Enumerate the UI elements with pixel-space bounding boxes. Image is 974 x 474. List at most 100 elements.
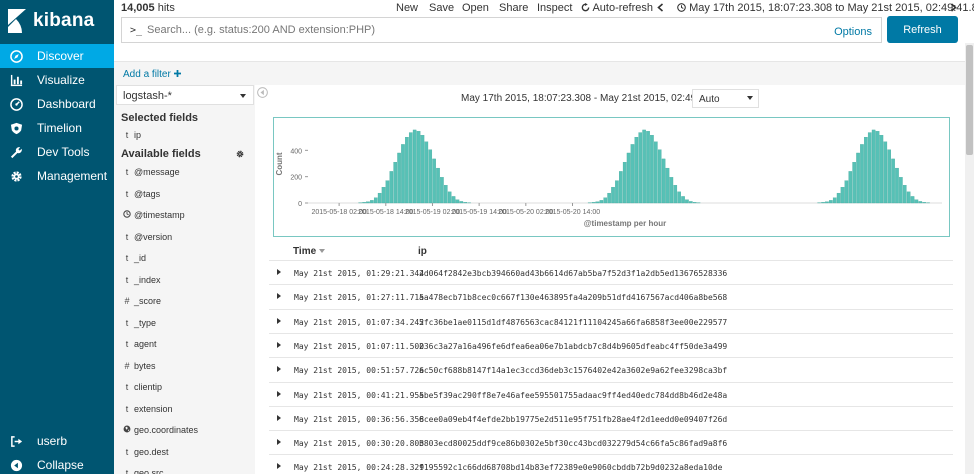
histogram-bar[interactable] — [463, 202, 468, 204]
histogram-bar[interactable] — [685, 199, 689, 204]
expand-row-icon[interactable] — [277, 269, 281, 275]
histogram-bar[interactable] — [887, 149, 891, 204]
histogram-bar[interactable] — [657, 149, 662, 204]
field-item[interactable]: t @message — [114, 167, 255, 181]
histogram-bar[interactable] — [821, 202, 825, 204]
expand-row-icon[interactable] — [277, 341, 281, 348]
nav-timelion[interactable]: Timelion — [0, 116, 114, 140]
histogram-bar[interactable] — [603, 197, 608, 204]
nav-discover[interactable]: Discover — [0, 44, 114, 68]
scrollbar-thumb[interactable] — [966, 45, 973, 155]
histogram-bar[interactable] — [899, 177, 903, 204]
histogram-bar[interactable] — [832, 197, 837, 204]
field-item[interactable]: t extension — [114, 404, 255, 418]
histogram-bar[interactable] — [381, 187, 386, 204]
expand-row-icon[interactable] — [277, 439, 281, 446]
field-item[interactable]: geo.coordinates — [114, 425, 255, 439]
table-row[interactable]: May 21st 2015, 00:51:57.726 ac50cf688b814… — [269, 357, 953, 381]
histogram-bar[interactable] — [654, 141, 658, 204]
table-row[interactable]: May 21st 2015, 01:07:11.500 236c3a27a16a4… — [269, 332, 953, 357]
time-picker[interactable]: May 17th 2015, 18:07:23.308 to May 21st … — [677, 2, 974, 14]
field-item[interactable]: @timestamp — [114, 210, 255, 224]
field-item[interactable]: t geo.src — [114, 468, 255, 474]
nav-user[interactable]: userb — [0, 429, 114, 453]
histogram-bar[interactable] — [665, 167, 670, 204]
histogram-bar[interactable] — [860, 144, 864, 204]
search-bar[interactable]: >_ Search... (e.g. status:200 AND extens… — [121, 17, 882, 43]
expand-row-icon[interactable] — [277, 390, 281, 397]
histogram-bar[interactable] — [673, 185, 678, 204]
histogram-bar[interactable] — [825, 201, 829, 204]
histogram-bar[interactable] — [650, 135, 654, 204]
histogram-bar[interactable] — [432, 158, 436, 204]
search-input[interactable]: Search... (e.g. status:200 AND extension… — [147, 24, 375, 36]
histogram-bar[interactable] — [385, 180, 390, 204]
histogram-bar[interactable] — [642, 129, 646, 204]
histogram-bar[interactable] — [416, 131, 421, 204]
histogram-bar[interactable] — [922, 202, 926, 204]
options-button[interactable]: Options — [834, 26, 872, 38]
histogram-bar[interactable] — [692, 202, 697, 204]
histogram-bar[interactable] — [408, 132, 413, 204]
chevron-left-icon[interactable] — [657, 3, 664, 12]
field-item[interactable]: t _type — [114, 318, 255, 332]
histogram-bar[interactable] — [377, 192, 382, 204]
field-item[interactable]: # _score — [114, 296, 255, 310]
histogram-bar[interactable] — [397, 152, 401, 204]
histogram-bar[interactable] — [362, 202, 366, 204]
histogram-bar[interactable] — [420, 135, 425, 204]
nav-visualize[interactable]: Visualize — [0, 68, 114, 92]
histogram-bar[interactable] — [918, 201, 923, 204]
histogram-bar[interactable] — [883, 141, 888, 204]
time-column-header[interactable]: Time — [293, 246, 325, 257]
histogram-bar[interactable] — [626, 152, 631, 204]
histogram-bar[interactable] — [891, 158, 895, 204]
histogram-bar[interactable] — [661, 158, 666, 204]
save-button[interactable]: Save — [429, 2, 454, 14]
histogram-bar[interactable] — [599, 200, 604, 204]
field-item[interactable]: t agent — [114, 339, 255, 353]
histogram-bar[interactable] — [867, 132, 872, 204]
add-filter-button[interactable]: Add a filter — [123, 69, 181, 80]
nav-devtools[interactable]: Dev Tools — [0, 140, 114, 164]
kibana-logo[interactable]: kibana — [0, 0, 114, 42]
table-row[interactable]: May 21st 2015, 01:29:21.344 2d064f2842e3b… — [269, 260, 953, 284]
nav-collapse[interactable]: Collapse — [0, 453, 114, 474]
histogram-bar[interactable] — [401, 144, 405, 204]
field-settings-gear-icon[interactable] — [236, 150, 244, 158]
histogram-svg[interactable]: 02004002015-05-18 02:002015-05-18 14:002… — [274, 118, 951, 238]
histogram-bar[interactable] — [910, 196, 915, 204]
auto-refresh-button[interactable]: Auto-refresh — [581, 2, 653, 14]
histogram-bar[interactable] — [607, 192, 611, 204]
histogram-bar[interactable] — [424, 141, 429, 204]
histogram-bar[interactable] — [459, 201, 464, 204]
histogram-bar[interactable] — [906, 191, 911, 204]
field-item[interactable]: t clientip — [114, 382, 255, 396]
inspect-button[interactable]: Inspect — [537, 2, 572, 14]
histogram-bar[interactable] — [638, 132, 643, 204]
histogram-bar[interactable] — [681, 196, 685, 204]
new-button[interactable]: New — [396, 2, 418, 14]
field-item[interactable]: t @version — [114, 232, 255, 246]
histogram-bar[interactable] — [389, 171, 394, 204]
sort-desc-icon[interactable] — [318, 249, 325, 254]
table-row[interactable]: May 21st 2015, 00:30:20.803 b803ecd80025d… — [269, 430, 953, 454]
field-item[interactable]: t ip — [114, 130, 255, 144]
nav-management[interactable]: Management — [0, 164, 114, 188]
histogram-bar[interactable] — [914, 199, 919, 204]
histogram-bar[interactable] — [622, 162, 627, 204]
histogram-bar[interactable] — [615, 180, 619, 204]
interval-select[interactable]: Auto — [692, 89, 759, 108]
histogram-bar[interactable] — [871, 129, 876, 204]
histogram-bar[interactable] — [619, 171, 623, 204]
histogram-bar[interactable] — [373, 197, 378, 204]
histogram-bar[interactable] — [852, 162, 856, 204]
collapse-sidebar-icon[interactable] — [257, 87, 268, 98]
histogram-bar[interactable] — [689, 201, 693, 204]
share-button[interactable]: Share — [499, 2, 528, 14]
histogram-bar[interactable] — [646, 131, 650, 204]
histogram-bar[interactable] — [451, 196, 456, 204]
refresh-button[interactable]: Refresh — [887, 16, 958, 43]
histogram-bar[interactable] — [591, 202, 596, 204]
histogram-bar[interactable] — [879, 135, 884, 204]
